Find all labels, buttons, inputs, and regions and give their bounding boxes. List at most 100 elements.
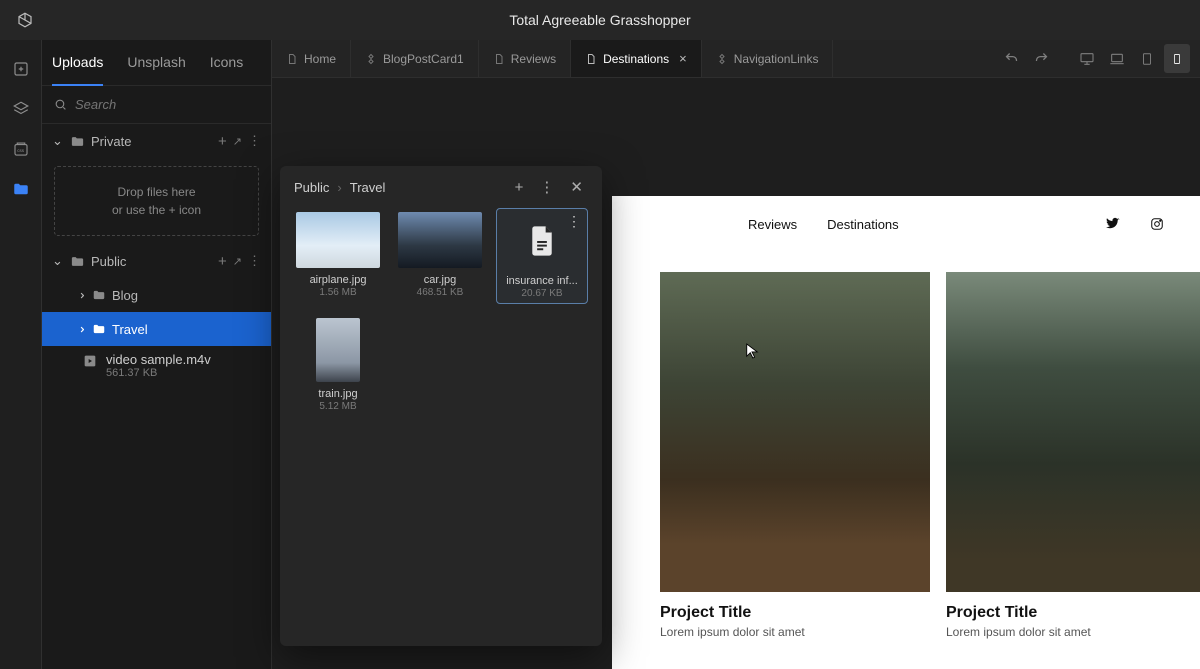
asset-name: train.jpg: [318, 388, 357, 400]
asset-item[interactable]: train.jpg 5.12 MB: [292, 314, 384, 416]
undo-button[interactable]: [996, 40, 1026, 77]
topbar: Total Agreeable Grasshopper: [0, 0, 1200, 40]
asset-thumbnail: [398, 212, 482, 268]
asset-name: insurance inf...: [506, 275, 578, 287]
folder-private[interactable]: ⌄ Private + ↗ ⋮: [42, 124, 271, 158]
tab-label: BlogPostCard1: [383, 52, 464, 66]
tab-blogpostcard1[interactable]: BlogPostCard1: [351, 40, 479, 77]
asset-side-panel: Uploads Unsplash Icons ⌄ Private + ↗ ⋮ D…: [42, 40, 272, 669]
tab-reviews[interactable]: Reviews: [479, 40, 571, 77]
device-tablet-icon[interactable]: [1132, 40, 1162, 77]
asset-panel-header: Public › Travel + ⋮ ✕: [280, 166, 602, 208]
asset-thumbnail: [316, 318, 360, 382]
folder-public[interactable]: ⌄ Public + ↗ ⋮: [42, 244, 271, 278]
card-title: Project Title: [660, 604, 930, 622]
subfolder-travel[interactable]: ⌄ Travel: [42, 312, 271, 346]
device-desktop-icon[interactable]: [1072, 40, 1102, 77]
close-icon[interactable]: ×: [679, 51, 687, 66]
tab-label: NavigationLinks: [734, 52, 819, 66]
breadcrumb-current: Travel: [350, 180, 386, 195]
app-logo: [16, 11, 34, 29]
page-icon: [585, 53, 597, 65]
folder-label: Private: [91, 134, 131, 149]
asset-more-icon[interactable]: ⋮: [567, 213, 581, 230]
css-icon[interactable]: css: [12, 140, 30, 158]
app-title: Total Agreeable Grasshopper: [509, 12, 690, 28]
card-row: Project Title Lorem ipsum dolor sit amet…: [612, 252, 1200, 639]
tab-label: Destinations: [603, 52, 669, 66]
project-card[interactable]: Project Title Lorem ipsum dolor sit amet: [946, 272, 1200, 639]
external-icon[interactable]: ↗: [233, 135, 242, 148]
left-rail: css: [0, 40, 42, 669]
folder-label: Public: [91, 254, 126, 269]
tab-navigationlinks[interactable]: NavigationLinks: [702, 40, 834, 77]
content-area: Home BlogPostCard1 Reviews Destinations …: [272, 40, 1200, 669]
tab-label: Home: [304, 52, 336, 66]
search-row: [42, 86, 271, 124]
breadcrumb-root[interactable]: Public: [294, 180, 329, 195]
chevron-right-icon: ⌄: [72, 289, 88, 301]
nav-link-reviews[interactable]: Reviews: [748, 217, 797, 232]
tab-destinations[interactable]: Destinations ×: [571, 40, 702, 77]
editor-tabstrip: Home BlogPostCard1 Reviews Destinations …: [272, 40, 1200, 78]
asset-name: airplane.jpg: [310, 274, 367, 286]
tab-home[interactable]: Home: [272, 40, 351, 77]
svg-text:css: css: [17, 148, 25, 153]
redo-button[interactable]: [1026, 40, 1056, 77]
breadcrumb-separator: ›: [337, 180, 341, 195]
file-item[interactable]: video sample.m4v 561.37 KB: [42, 346, 271, 385]
panel-tabs: Uploads Unsplash Icons: [42, 40, 271, 86]
dropzone[interactable]: Drop files here or use the + icon: [54, 166, 259, 236]
asset-grid: airplane.jpg 1.56 MB car.jpg 468.51 KB ⋮…: [280, 208, 602, 416]
asset-floating-panel: Public › Travel + ⋮ ✕ airplane.jpg 1.56 …: [280, 166, 602, 646]
folder-icon[interactable]: [12, 180, 30, 198]
close-icon[interactable]: ✕: [565, 178, 588, 196]
tab-label: Reviews: [511, 52, 556, 66]
page-icon: [286, 53, 298, 65]
file-size: 561.37 KB: [106, 367, 211, 379]
dropzone-line2: or use the + icon: [71, 201, 242, 219]
card-image: [660, 272, 930, 592]
page-icon: [493, 53, 505, 65]
component-icon: [365, 53, 377, 65]
asset-item[interactable]: ⋮ insurance inf... 20.67 KB: [496, 208, 588, 304]
folder-label: Blog: [112, 288, 138, 303]
search-input[interactable]: [75, 97, 259, 112]
subfolder-blog[interactable]: ⌄ Blog: [42, 278, 271, 312]
add-asset-icon[interactable]: +: [510, 179, 529, 196]
nav-link-destinations[interactable]: Destinations: [827, 217, 899, 232]
asset-name: car.jpg: [424, 274, 456, 286]
folder-icon: [92, 322, 106, 336]
card-image: [946, 272, 1200, 592]
chevron-right-icon: ⌄: [72, 323, 88, 335]
project-card[interactable]: Project Title Lorem ipsum dolor sit amet: [660, 272, 930, 639]
external-icon[interactable]: ↗: [233, 255, 242, 268]
video-file-icon: [82, 353, 98, 369]
device-phone-icon[interactable]: [1164, 44, 1190, 73]
site-nav: Reviews Destinations: [612, 196, 1200, 252]
more-icon[interactable]: ⋮: [248, 253, 261, 269]
card-subtitle: Lorem ipsum dolor sit amet: [946, 625, 1200, 639]
tab-uploads[interactable]: Uploads: [52, 40, 103, 86]
asset-size: 1.56 MB: [319, 287, 356, 298]
asset-item[interactable]: car.jpg 468.51 KB: [394, 208, 486, 304]
folder-icon: [92, 288, 106, 302]
folder-open-icon: [70, 254, 85, 269]
device-laptop-icon[interactable]: [1102, 40, 1132, 77]
design-canvas[interactable]: Reviews Destinations Project Title Lorem…: [612, 196, 1200, 669]
asset-item[interactable]: airplane.jpg 1.56 MB: [292, 208, 384, 304]
tab-icons[interactable]: Icons: [210, 40, 243, 86]
tab-unsplash[interactable]: Unsplash: [127, 40, 185, 86]
more-icon[interactable]: ⋮: [534, 178, 559, 196]
layers-icon[interactable]: [12, 100, 30, 118]
folder-open-icon: [70, 134, 85, 149]
component-icon: [716, 53, 728, 65]
more-icon[interactable]: ⋮: [248, 133, 261, 149]
add-file-icon[interactable]: +: [218, 133, 227, 150]
file-name: video sample.m4v: [106, 352, 211, 367]
instagram-icon[interactable]: [1150, 217, 1164, 231]
twitter-icon[interactable]: [1106, 217, 1120, 231]
add-icon[interactable]: [12, 60, 30, 78]
add-file-icon[interactable]: +: [218, 253, 227, 270]
card-subtitle: Lorem ipsum dolor sit amet: [660, 625, 930, 639]
